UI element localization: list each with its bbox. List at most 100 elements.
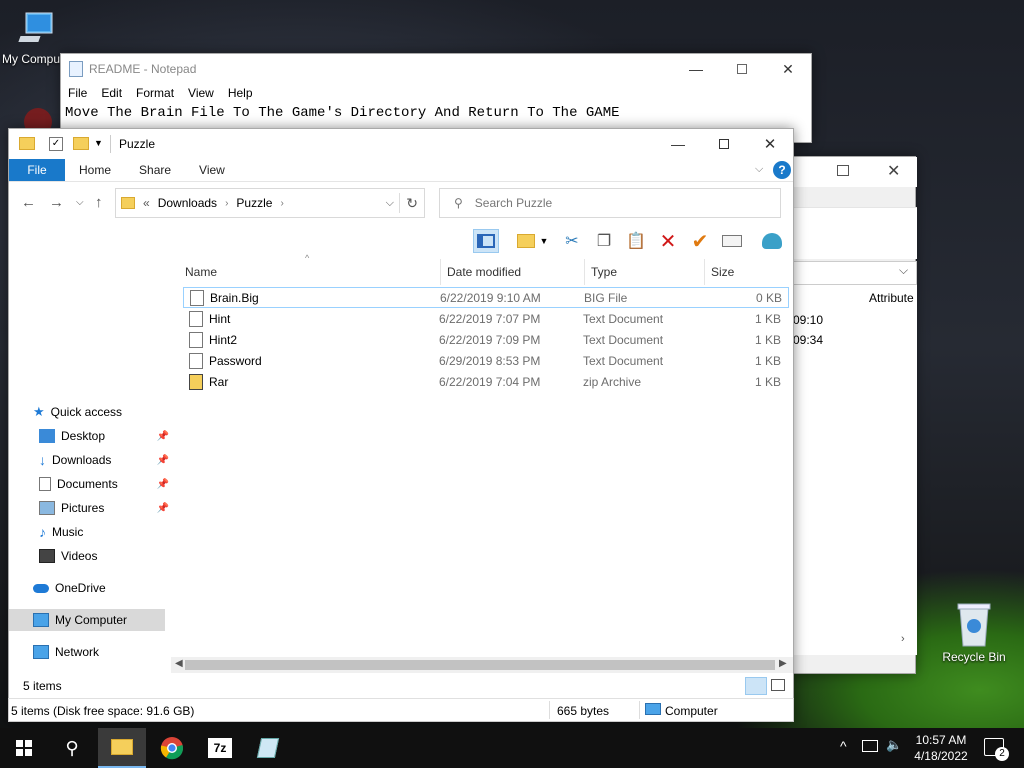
maximize-button[interactable] xyxy=(701,129,747,159)
new-folder-icon[interactable] xyxy=(513,229,539,253)
notepad-icon xyxy=(69,61,83,77)
menu-file[interactable]: File xyxy=(61,84,94,104)
taskbar-7zip[interactable]: 7z xyxy=(196,728,244,768)
preview-pane-icon[interactable] xyxy=(473,229,499,253)
address-dropdown-icon[interactable]: ⌵ xyxy=(386,197,394,210)
close-button[interactable]: ✕ xyxy=(747,129,793,159)
rename-check-icon[interactable]: ✔ xyxy=(687,229,713,253)
file-row[interactable]: Hint 6/22/2019 7:07 PM Text Document 1 K… xyxy=(183,308,789,329)
desktop-icon-label: Recycle Bin xyxy=(942,650,1006,664)
recent-locations-icon[interactable]: ⌵ xyxy=(76,197,84,208)
taskbar-file-explorer[interactable] xyxy=(98,728,146,768)
copy-icon[interactable]: ❐ xyxy=(591,229,617,253)
pin-icon[interactable]: 📌 xyxy=(157,431,169,442)
delete-icon[interactable]: ✕ xyxy=(655,229,681,253)
file-type: Text Document xyxy=(583,332,664,347)
background-explorer-window[interactable]: ✕ ⌵ Attribute 09:10 09:34 › xyxy=(780,156,917,674)
file-row[interactable]: Brain.Big 6/22/2019 9:10 AM BIG File 0 K… xyxy=(183,287,789,308)
nav-item-documents[interactable]: Documents 📌 xyxy=(39,473,173,495)
text-area[interactable]: Move The Brain File To The Game's Direct… xyxy=(65,105,620,121)
pin-icon[interactable]: 📌 xyxy=(157,479,169,490)
chevron-down-icon[interactable]: ▼ xyxy=(537,229,551,253)
column-size[interactable]: Size xyxy=(705,259,789,285)
nav-item-downloads[interactable]: ↓ Downloads 📌 xyxy=(39,449,173,471)
network-tray-icon[interactable] xyxy=(862,740,878,752)
column-date-modified[interactable]: Date modified xyxy=(441,259,585,285)
volume-icon[interactable]: 🔈 xyxy=(886,737,902,753)
scroll-left-icon[interactable]: ◀ xyxy=(175,658,183,669)
nav-item-my-computer[interactable]: My Computer xyxy=(9,609,165,631)
tab-share[interactable]: Share xyxy=(125,159,185,181)
tab-home[interactable]: Home xyxy=(65,159,125,181)
minimize-button[interactable]: — xyxy=(655,129,701,159)
desktop-icon-recycle-bin[interactable]: Recycle Bin xyxy=(936,600,1012,664)
close-button[interactable]: ✕ xyxy=(765,54,811,84)
nav-item-pictures[interactable]: Pictures 📌 xyxy=(39,497,173,519)
clock[interactable]: 10:57 AM 4/18/2022 xyxy=(910,732,972,764)
file-type: BIG File xyxy=(584,290,628,305)
forward-arrow-icon[interactable]: → xyxy=(49,194,64,211)
menu-format[interactable]: Format xyxy=(129,84,181,104)
up-arrow-icon[interactable]: ↑ xyxy=(95,194,103,211)
help-icon[interactable]: ? xyxy=(773,161,791,179)
nav-item-music[interactable]: ♪ Music xyxy=(39,521,173,543)
breadcrumb-puzzle[interactable]: Puzzle xyxy=(236,196,272,210)
properties-icon[interactable] xyxy=(719,229,745,253)
address-bar[interactable]: « Downloads › Puzzle › ⌵ ↻ xyxy=(115,188,425,218)
window-title: README - Notepad xyxy=(89,62,197,76)
details-view-icon[interactable] xyxy=(745,677,767,695)
breadcrumb-downloads[interactable]: Downloads xyxy=(158,196,217,210)
column-attributes[interactable]: Attribute xyxy=(869,291,914,305)
search-button[interactable]: ⚲ xyxy=(48,728,96,768)
chevron-down-icon[interactable]: ⌵ xyxy=(899,263,908,278)
nav-item-desktop[interactable]: Desktop 📌 xyxy=(39,425,173,447)
large-icons-view-icon[interactable] xyxy=(771,679,785,691)
computer-icon xyxy=(645,703,661,715)
text-file-icon xyxy=(189,352,203,369)
expand-ribbon-icon[interactable]: ⌵ xyxy=(755,163,763,176)
scroll-right-icon[interactable]: ▶ xyxy=(779,658,787,669)
menu-edit[interactable]: Edit xyxy=(94,84,129,104)
maximize-button[interactable] xyxy=(719,54,765,84)
maximize-button[interactable] xyxy=(837,165,849,176)
explorer-window[interactable]: ✓ ▼ Puzzle — ✕ File Home Share View ⌵ ? … xyxy=(8,128,794,722)
address-overflow[interactable]: « xyxy=(143,196,150,210)
notification-center-button[interactable]: 2 xyxy=(984,738,1009,761)
refresh-icon[interactable]: ↻ xyxy=(406,195,418,212)
nav-item-videos[interactable]: Videos xyxy=(39,545,173,567)
taskbar-chrome[interactable] xyxy=(148,728,196,768)
tab-file[interactable]: File xyxy=(9,159,65,181)
file-row[interactable]: Rar 6/22/2019 7:04 PM zip Archive 1 KB xyxy=(183,371,789,392)
chevron-down-icon[interactable]: ▼ xyxy=(94,138,103,148)
nav-item-onedrive[interactable]: OneDrive xyxy=(33,577,167,599)
new-folder-icon[interactable] xyxy=(73,137,89,150)
cloud-icon xyxy=(33,583,49,593)
chevron-right-icon[interactable]: › xyxy=(225,198,228,209)
menu-help[interactable]: Help xyxy=(221,84,260,104)
nav-item-network[interactable]: Network xyxy=(33,641,167,663)
column-type[interactable]: Type xyxy=(585,259,705,285)
shell-icon[interactable] xyxy=(759,229,785,253)
menu-view[interactable]: View xyxy=(181,84,221,104)
pin-icon[interactable]: 📌 xyxy=(157,503,169,514)
nav-item-quick-access[interactable]: ★ Quick access xyxy=(33,401,167,423)
paste-icon[interactable]: 📋 xyxy=(623,229,649,253)
file-row[interactable]: Hint2 6/22/2019 7:09 PM Text Document 1 … xyxy=(183,329,789,350)
minimize-button[interactable]: — xyxy=(673,54,719,84)
search-input[interactable]: ⚲ Search Puzzle xyxy=(439,188,781,218)
chevron-right-icon[interactable]: › xyxy=(280,198,283,209)
column-name[interactable]: Name xyxy=(179,259,441,285)
tray-overflow-icon[interactable]: ^ xyxy=(840,738,847,754)
taskbar-notepad[interactable] xyxy=(244,728,292,768)
file-row[interactable]: Password 6/29/2019 8:53 PM Text Document… xyxy=(183,350,789,371)
tab-view[interactable]: View xyxy=(185,159,239,181)
start-button[interactable] xyxy=(0,728,48,768)
back-arrow-icon[interactable]: ← xyxy=(21,194,36,211)
close-button[interactable]: ✕ xyxy=(887,161,900,181)
horizontal-scrollbar[interactable]: ◀ ▶ xyxy=(171,657,793,673)
pin-icon[interactable]: 📌 xyxy=(157,455,169,466)
cut-icon[interactable]: ✂ xyxy=(559,229,585,253)
scroll-thumb[interactable] xyxy=(185,660,775,670)
scroll-right-icon[interactable]: › xyxy=(901,633,905,645)
properties-icon[interactable]: ✓ xyxy=(49,137,63,151)
